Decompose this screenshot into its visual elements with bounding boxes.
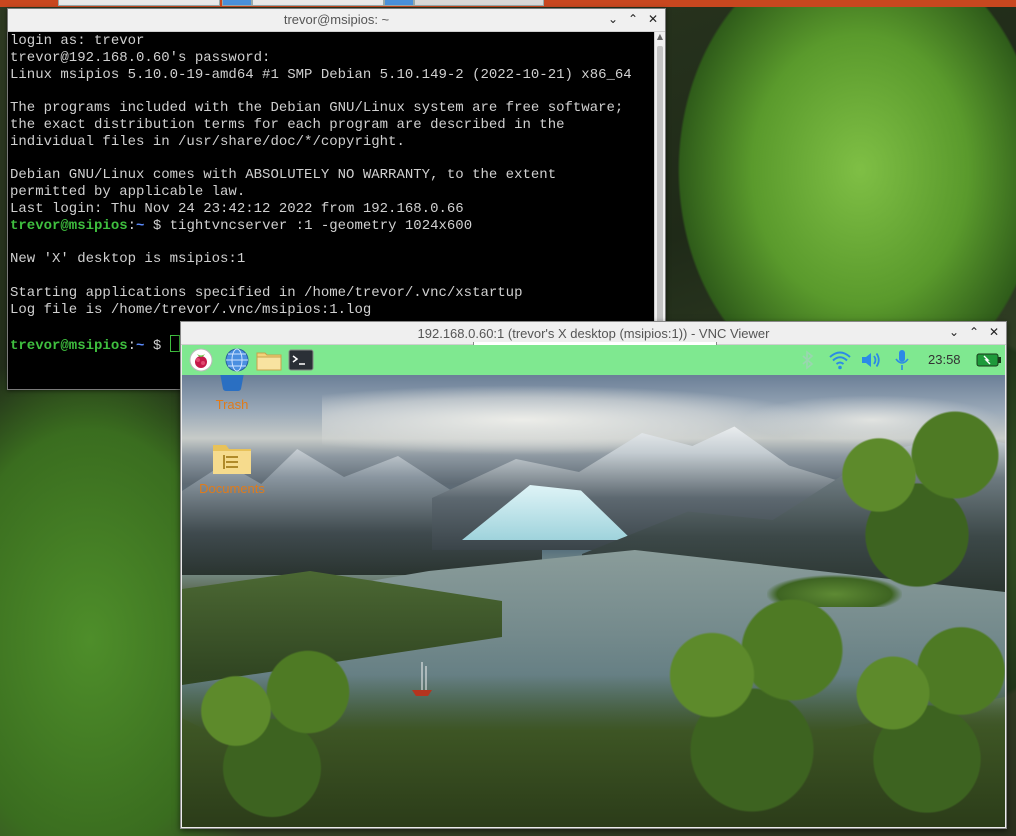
maximize-button[interactable]: ⌃ <box>627 12 639 26</box>
taskbar-tab[interactable] <box>414 0 544 6</box>
close-button[interactable]: ✕ <box>988 325 1000 339</box>
prompt-sep: : <box>127 217 137 234</box>
web-browser-icon[interactable] <box>224 348 250 372</box>
desktop-icon-label: Trash <box>215 397 249 412</box>
clock[interactable]: 23:58 <box>928 352 961 367</box>
maximize-button[interactable]: ⌃ <box>968 325 980 339</box>
prompt-sep: : <box>127 338 137 355</box>
folder-icon <box>213 445 251 474</box>
raspberry-menu-icon[interactable] <box>188 348 214 372</box>
terminal-line: Log file is /home/trevor/.vnc/msipios:1.… <box>10 301 372 318</box>
taskbar-tab[interactable] <box>58 0 220 6</box>
taskbar-tab[interactable] <box>384 0 414 6</box>
terminal-titlebar[interactable]: trevor@msipios: ~ ⌄ ⌃ ✕ <box>8 9 665 32</box>
terminal-line: The programs included with the Debian GN… <box>10 100 624 117</box>
sailboat <box>410 660 434 700</box>
prompt-user: trevor@msipios <box>10 217 128 234</box>
vnc-title: 192.168.0.60:1 (trevor's X desktop (msip… <box>417 326 770 341</box>
remote-desktop-wallpaper[interactable]: Trash Documents <box>182 375 1005 827</box>
scroll-up-arrow-icon[interactable]: ▲ <box>655 32 665 44</box>
microphone-icon[interactable] <box>891 348 913 372</box>
prompt-user: trevor@msipios <box>10 338 128 355</box>
desktop-icon-trash[interactable]: Trash <box>187 375 277 412</box>
trees <box>842 605 1005 825</box>
taskbar-tab[interactable] <box>222 0 252 6</box>
file-manager-icon[interactable] <box>256 348 282 372</box>
terminal-line: permitted by applicable law. <box>10 184 246 201</box>
terminal-line: Linux msipios 5.10.0-19-amd64 #1 SMP Deb… <box>10 66 632 83</box>
terminal-line: Last login: Thu Nov 24 23:42:12 2022 fro… <box>10 200 464 217</box>
trash-icon <box>220 375 244 391</box>
terminal-title: trevor@msipios: ~ <box>283 12 390 27</box>
terminal-icon[interactable] <box>288 348 314 372</box>
command-line: trevor@msipios:~ $ tightvncserver :1 -ge… <box>10 218 653 235</box>
vnc-titlebar[interactable]: 192.168.0.60:1 (trevor's X desktop (msip… <box>181 322 1006 346</box>
volume-icon[interactable] <box>859 348 883 372</box>
minimize-button[interactable]: ⌄ <box>607 12 619 26</box>
trees <box>182 635 362 825</box>
prompt-symbol: $ <box>144 338 170 355</box>
terminal-line: New 'X' desktop is msipios:1 <box>10 251 246 268</box>
minimize-button[interactable]: ⌄ <box>948 325 960 339</box>
battery-icon[interactable] <box>975 348 1003 372</box>
desktop-icon-label: Documents <box>199 481 265 496</box>
command-text: tightvncserver :1 -geometry 1024x600 <box>169 217 473 234</box>
terminal-line: individual files in /usr/share/doc/*/cop… <box>10 133 405 150</box>
remote-taskbar: 23:58 <box>182 345 1005 375</box>
bluetooth-icon[interactable] <box>798 348 818 372</box>
terminal-line: login as: trevor <box>10 33 145 49</box>
trees <box>822 395 1005 595</box>
close-button[interactable]: ✕ <box>647 12 659 26</box>
terminal-line: Starting applications specified in /home… <box>10 284 523 301</box>
wifi-icon[interactable] <box>828 348 852 372</box>
prompt-symbol: $ <box>144 217 170 234</box>
terminal-line: trevor@192.168.0.60's password: <box>10 49 271 66</box>
vnc-viewer-window: 192.168.0.60:1 (trevor's X desktop (msip… <box>180 321 1007 829</box>
taskbar-tab[interactable] <box>252 0 384 6</box>
desktop-icon-documents[interactable]: Documents <box>187 441 277 496</box>
trees <box>652 575 852 825</box>
terminal-line: Debian GNU/Linux comes with ABSOLUTELY N… <box>10 167 557 184</box>
text-cursor <box>169 335 180 353</box>
scrollbar-thumb[interactable] <box>657 46 663 328</box>
terminal-line: the exact distribution terms for each pr… <box>10 116 565 133</box>
